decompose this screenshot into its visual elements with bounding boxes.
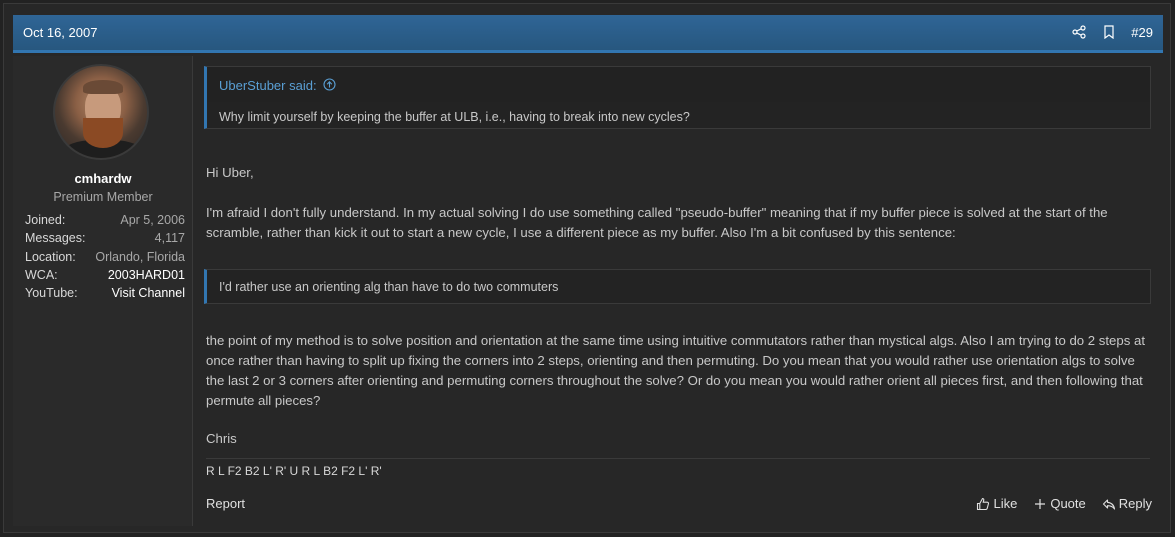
reply-label: Reply xyxy=(1118,496,1152,511)
user-stats: Joined: Apr 5, 2006 Messages: 4,117 Loca… xyxy=(25,211,185,302)
thumbs-up-icon xyxy=(976,497,990,511)
signature: R L F2 B2 L' R' U R L B2 F2 L' R' xyxy=(206,464,382,478)
post-paragraph: Hi Uber, xyxy=(206,165,254,180)
quote-block: UberStuber said: Why limit yourself by k… xyxy=(204,66,1151,129)
post-signoff: Chris xyxy=(206,431,237,446)
stat-value: Orlando, Florida xyxy=(95,249,185,264)
youtube-link[interactable]: Visit Channel xyxy=(112,286,185,300)
post-container: Oct 16, 2007 #29 cmhardw Premium Member … xyxy=(3,3,1171,533)
stat-messages: Messages: 4,117 xyxy=(25,229,185,247)
post-actions: Like Quote Reply xyxy=(960,496,1152,511)
post-header: Oct 16, 2007 #29 xyxy=(13,15,1163,53)
plus-icon xyxy=(1033,497,1047,511)
quote-block: I'd rather use an orienting alg than hav… xyxy=(204,269,1151,304)
bookmark-icon[interactable] xyxy=(1101,24,1117,40)
arrow-up-circle-icon[interactable] xyxy=(323,78,336,91)
stat-value: 4,117 xyxy=(154,231,185,246)
username[interactable]: cmhardw xyxy=(13,171,193,186)
stat-label: YouTube: xyxy=(25,286,78,301)
user-title: Premium Member xyxy=(53,190,153,204)
post-header-actions: #29 xyxy=(1057,24,1153,40)
stat-value: Apr 5, 2006 xyxy=(120,213,185,228)
signature-divider xyxy=(206,458,1150,459)
like-button[interactable]: Like xyxy=(976,496,1017,511)
stat-label: Joined: xyxy=(25,213,66,228)
reply-button[interactable]: Reply xyxy=(1102,496,1152,511)
stat-wca: WCA: 2003HARD01 xyxy=(25,266,185,284)
quote-text: Why limit yourself by keeping the buffer… xyxy=(219,110,690,124)
avatar[interactable] xyxy=(53,64,149,160)
reply-arrow-icon xyxy=(1102,497,1116,511)
stat-location: Location: Orlando, Florida xyxy=(25,248,185,266)
share-icon[interactable] xyxy=(1071,24,1087,40)
stat-youtube: YouTube: Visit Channel xyxy=(25,284,185,302)
report-button[interactable]: Report xyxy=(206,496,245,511)
quote-button[interactable]: Quote xyxy=(1033,496,1086,511)
user-sidebar: cmhardw Premium Member Joined: Apr 5, 20… xyxy=(13,56,193,526)
stat-label: Location: xyxy=(25,249,76,264)
like-label: Like xyxy=(993,496,1018,511)
wca-link[interactable]: 2003HARD01 xyxy=(108,268,185,282)
stat-label: WCA: xyxy=(25,268,58,283)
quote-text: I'd rather use an orienting alg than hav… xyxy=(219,280,559,294)
quote-author[interactable]: UberStuber said: xyxy=(219,78,317,93)
post-number[interactable]: #29 xyxy=(1131,25,1153,40)
quote-attribution[interactable]: UberStuber said: xyxy=(207,67,1150,102)
post-paragraph: the point of my method is to solve posit… xyxy=(206,333,1145,408)
quote-label: Quote xyxy=(1050,496,1086,511)
post-date[interactable]: Oct 16, 2007 xyxy=(23,25,97,40)
stat-label: Messages: xyxy=(25,231,86,246)
post-paragraph: I'm afraid I don't fully understand. In … xyxy=(206,205,1108,240)
stat-joined: Joined: Apr 5, 2006 xyxy=(25,211,185,229)
